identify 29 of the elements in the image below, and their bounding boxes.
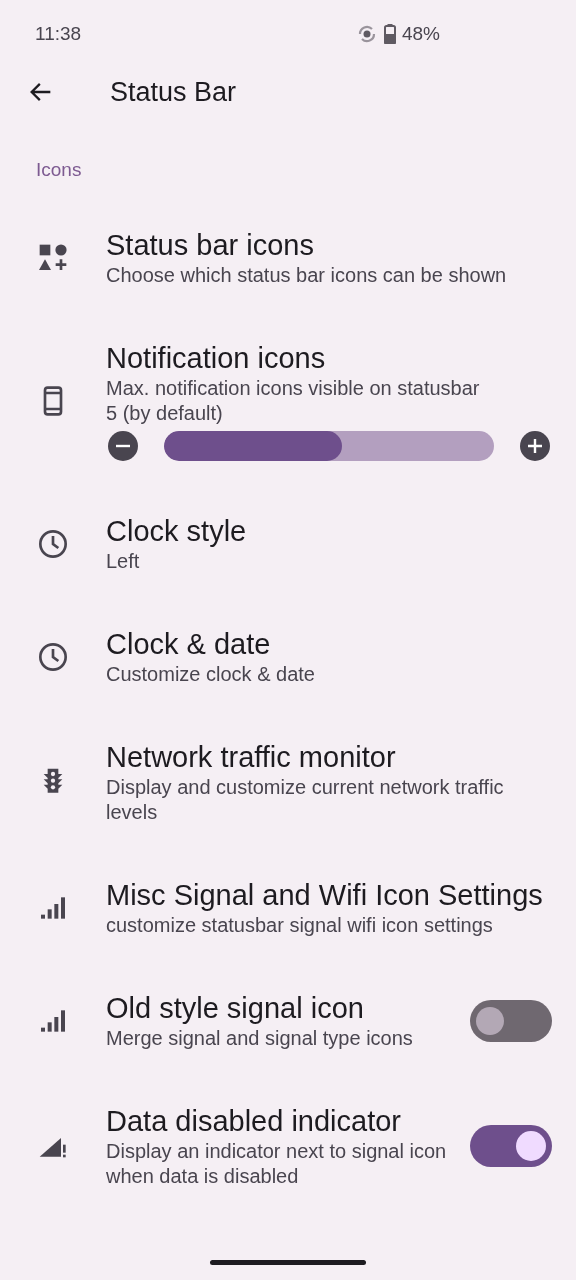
setting-summary: Customize clock & date bbox=[106, 662, 315, 687]
toggle-switch[interactable] bbox=[470, 999, 552, 1042]
setting-summary: Left bbox=[106, 549, 140, 574]
status-time: 11:38 bbox=[35, 23, 82, 45]
setting-summary: Merge signal and signal type icons bbox=[106, 1026, 413, 1051]
plus-button[interactable] bbox=[520, 431, 550, 461]
setting-title[interactable]: Data disabled indicator bbox=[106, 1103, 401, 1139]
clock-icon bbox=[37, 640, 69, 673]
setting-value: 5 (by default) bbox=[106, 401, 223, 426]
toggle-switch[interactable] bbox=[470, 1125, 552, 1167]
battery-icon bbox=[383, 24, 396, 44]
setting-summary: customize statusbar signal wifi icon settings bbox=[106, 913, 493, 938]
slider-track[interactable] bbox=[164, 431, 494, 461]
setting-title[interactable]: Status bar icons bbox=[106, 227, 314, 263]
setting-summary: Max. notification icons visible on statusbar bbox=[106, 376, 480, 401]
setting-title[interactable]: Notification icons bbox=[106, 340, 326, 376]
setting-title[interactable]: Clock style bbox=[106, 513, 247, 549]
clock-icon bbox=[37, 527, 69, 560]
setting-title[interactable]: Clock & date bbox=[106, 626, 271, 662]
page-title: Status Bar bbox=[110, 76, 237, 108]
setting-title[interactable]: Misc Signal and Wifi Icon Settings bbox=[106, 877, 543, 913]
battery-percent: 48% bbox=[401, 23, 440, 45]
minus-button[interactable] bbox=[108, 431, 138, 461]
setting-title[interactable]: Old style signal icon bbox=[106, 990, 364, 1026]
section-header: Icons bbox=[35, 158, 83, 182]
setting-summary: Display an indicator next to signal icon when data is disabled bbox=[106, 1139, 448, 1189]
setting-title[interactable]: Network traffic monitor bbox=[106, 739, 396, 775]
setting-summary: Choose which status bar icons can be shown bbox=[106, 263, 507, 288]
setting-summary: Display and customize current network traffic levels bbox=[106, 775, 505, 825]
